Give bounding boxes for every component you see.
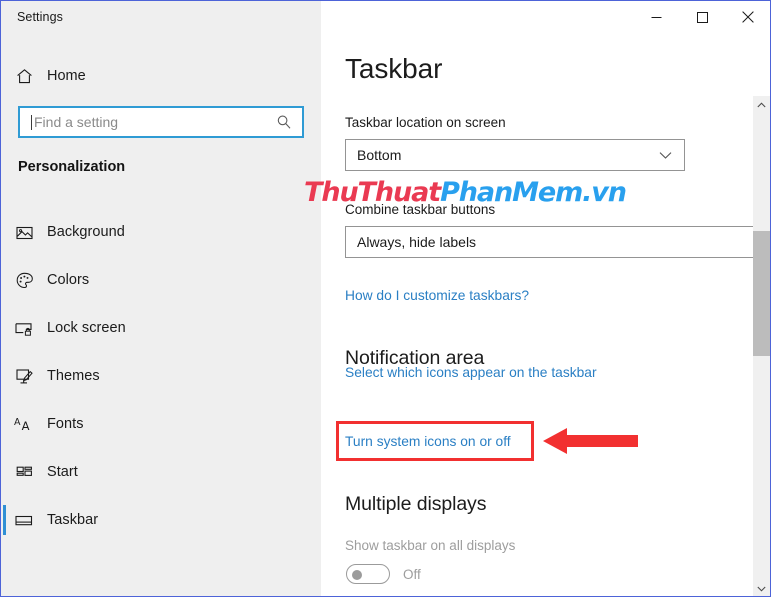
sidebar-item-background[interactable]: Background: [1, 208, 321, 256]
palette-icon: [1, 271, 47, 290]
taskbar-location-label: Taskbar location on screen: [345, 115, 506, 130]
sidebar-item-label: Themes: [47, 368, 100, 384]
start-icon: [1, 463, 47, 482]
multiple-displays-heading: Multiple displays: [345, 493, 487, 515]
settings-window: Settings Home Find a setting Personaliza…: [0, 0, 771, 597]
lock-screen-icon: [1, 319, 47, 338]
annotation-arrow-icon: [541, 425, 641, 462]
sidebar-item-colors[interactable]: Colors: [1, 256, 321, 304]
show-taskbar-toggle-row: Off: [346, 564, 421, 584]
sidebar-item-label: Start: [47, 464, 78, 480]
sidebar-item-label: Taskbar: [47, 512, 99, 528]
search-placeholder: Find a setting: [34, 114, 119, 130]
sidebar-item-fonts[interactable]: A A Fonts: [1, 400, 321, 448]
svg-text:A: A: [14, 417, 21, 428]
scrollbar-up-button[interactable]: [753, 96, 770, 113]
maximize-button[interactable]: [679, 1, 725, 33]
search-icon: [276, 114, 292, 130]
sidebar-item-themes[interactable]: Themes: [1, 352, 321, 400]
image-icon: [1, 223, 47, 242]
combine-taskbar-buttons-value: Always, hide labels: [357, 234, 477, 250]
sidebar-item-start[interactable]: Start: [1, 448, 321, 496]
minimize-icon: [651, 16, 661, 18]
sidebar-item-taskbar[interactable]: Taskbar: [1, 496, 321, 544]
toggle-knob: [352, 570, 362, 580]
sidebar-item-lock-screen[interactable]: Lock screen: [1, 304, 321, 352]
svg-text:A: A: [22, 419, 30, 433]
toggle-state-label: Off: [403, 566, 421, 582]
show-taskbar-toggle[interactable]: [346, 564, 390, 584]
scrollbar-down-button[interactable]: [753, 580, 770, 596]
sidebar-item-home[interactable]: Home: [1, 61, 321, 91]
show-taskbar-all-displays-label: Show taskbar on all displays: [345, 538, 516, 553]
vertical-scrollbar[interactable]: [753, 96, 770, 596]
watermark: ThuThuatPhanMem.vn: [304, 177, 627, 208]
close-icon: [742, 11, 754, 23]
main-content: Taskbar Taskbar location on screen Botto…: [321, 1, 770, 596]
select-icons-link[interactable]: Select which icons appear on the taskbar: [345, 365, 597, 380]
sidebar-item-label: Colors: [47, 272, 90, 288]
close-button[interactable]: [725, 1, 770, 33]
minimize-button[interactable]: [633, 1, 679, 33]
window-controls: [633, 1, 770, 33]
sidebar-item-home-label: Home: [47, 68, 86, 84]
watermark-part1: ThuThuat: [304, 177, 441, 208]
sidebar: Settings Home Find a setting Personaliza…: [1, 1, 321, 596]
sidebar-item-label: Lock screen: [47, 320, 126, 336]
search-input[interactable]: Find a setting: [18, 106, 304, 138]
page-title: Taskbar: [345, 53, 443, 84]
scrollbar-thumb[interactable]: [753, 231, 770, 356]
maximize-icon: [696, 11, 708, 23]
fonts-icon: A A: [1, 415, 47, 434]
sidebar-item-label: Background: [47, 224, 125, 240]
chevron-up-icon: [757, 101, 766, 107]
combine-taskbar-buttons-dropdown[interactable]: Always, hide labels: [345, 226, 755, 258]
chevron-down-icon: [659, 151, 672, 160]
sidebar-item-label: Fonts: [47, 416, 84, 432]
annotation-highlight-box: [336, 421, 534, 461]
sidebar-section-label: Personalization: [18, 159, 126, 175]
home-icon: [1, 67, 47, 86]
watermark-part2: PhanMem.vn: [440, 177, 627, 208]
window-title: Settings: [17, 10, 63, 24]
taskbar-icon: [1, 511, 47, 530]
customize-taskbars-link[interactable]: How do I customize taskbars?: [345, 288, 529, 303]
sidebar-nav-list: Background Colors Lock screen Themes A A…: [1, 208, 321, 544]
taskbar-location-value: Bottom: [357, 147, 402, 163]
text-caret: [31, 114, 32, 130]
chevron-down-icon: [757, 586, 766, 592]
themes-icon: [1, 367, 47, 386]
taskbar-location-dropdown[interactable]: Bottom: [345, 139, 685, 171]
